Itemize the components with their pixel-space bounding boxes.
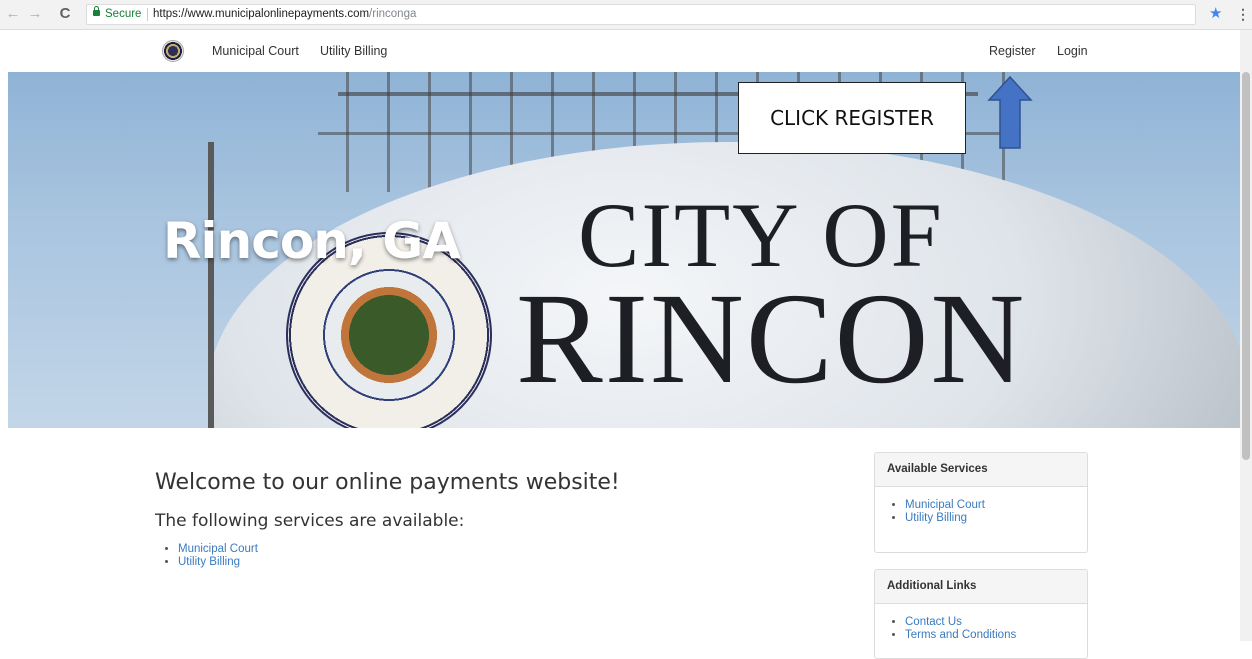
tower-pole — [208, 142, 214, 428]
site-navbar: Municipal Court Utility Billing Register… — [0, 30, 1240, 72]
click-register-callout: CLICK REGISTER — [738, 82, 966, 154]
list-item: Terms and Conditions — [905, 629, 1087, 642]
city-seal-logo[interactable] — [162, 40, 184, 62]
sidebar-link-municipal-court[interactable]: Municipal Court — [905, 499, 985, 511]
available-services-list: Municipal Court Utility Billing — [875, 499, 1087, 525]
list-item: Utility Billing — [178, 556, 258, 569]
up-arrow-icon — [987, 76, 1033, 149]
additional-links-list: Contact Us Terms and Conditions — [875, 616, 1087, 642]
hero-title: Rincon, GA — [163, 212, 461, 270]
lock-icon — [93, 6, 100, 16]
hero-banner: CITY OF RINCON Rincon, GA — [8, 72, 1240, 428]
scrollbar-thumb[interactable] — [1242, 72, 1250, 460]
services-list: Municipal Court Utility Billing — [161, 543, 258, 569]
panel-title: Available Services — [875, 453, 1087, 487]
sidebar-link-utility-billing[interactable]: Utility Billing — [905, 512, 967, 524]
nav-link-utility-billing[interactable]: Utility Billing — [320, 30, 387, 72]
browser-menu-icon[interactable]: ⋮ — [1236, 5, 1250, 23]
forward-arrow-icon[interactable]: → — [26, 5, 44, 23]
available-services-panel: Available Services Municipal Court Utili… — [874, 452, 1088, 553]
list-item: Contact Us — [905, 616, 1087, 629]
bookmark-star-icon[interactable]: ★ — [1209, 5, 1222, 23]
services-subheading: The following services are available: — [155, 511, 465, 531]
additional-links-panel: Additional Links Contact Us Terms and Co… — [874, 569, 1088, 659]
sidebar-link-terms[interactable]: Terms and Conditions — [905, 629, 1016, 641]
back-arrow-icon[interactable]: ← — [4, 5, 22, 23]
list-item: Municipal Court — [178, 543, 258, 556]
tower-lettering-line2: RINCON — [516, 267, 1027, 411]
nav-link-municipal-court[interactable]: Municipal Court — [212, 30, 299, 72]
list-item: Municipal Court — [905, 499, 1087, 512]
url-path: /rinconga — [369, 8, 417, 20]
login-link[interactable]: Login — [1057, 30, 1088, 72]
panel-title: Additional Links — [875, 570, 1087, 604]
page-scrollbar[interactable] — [1240, 30, 1252, 641]
address-divider — [147, 8, 148, 21]
sidebar-link-contact-us[interactable]: Contact Us — [905, 616, 962, 628]
secure-label: Secure — [105, 8, 142, 20]
list-item: Utility Billing — [905, 512, 1087, 525]
url-host: https://www.municipalonlinepayments.com — [153, 8, 370, 20]
url-text[interactable]: https://www.municipalonlinepayments.com/… — [153, 5, 416, 24]
reload-icon[interactable]: C — [56, 5, 74, 23]
register-link[interactable]: Register — [989, 30, 1036, 72]
address-bar[interactable]: Secure https://www.municipalonlinepaymen… — [86, 4, 1196, 25]
browser-toolbar: ← → C Secure https://www.municipalonline… — [0, 0, 1252, 30]
welcome-heading: Welcome to our online payments website! — [155, 470, 620, 495]
service-link-utility-billing[interactable]: Utility Billing — [178, 556, 240, 568]
service-link-municipal-court[interactable]: Municipal Court — [178, 543, 258, 555]
